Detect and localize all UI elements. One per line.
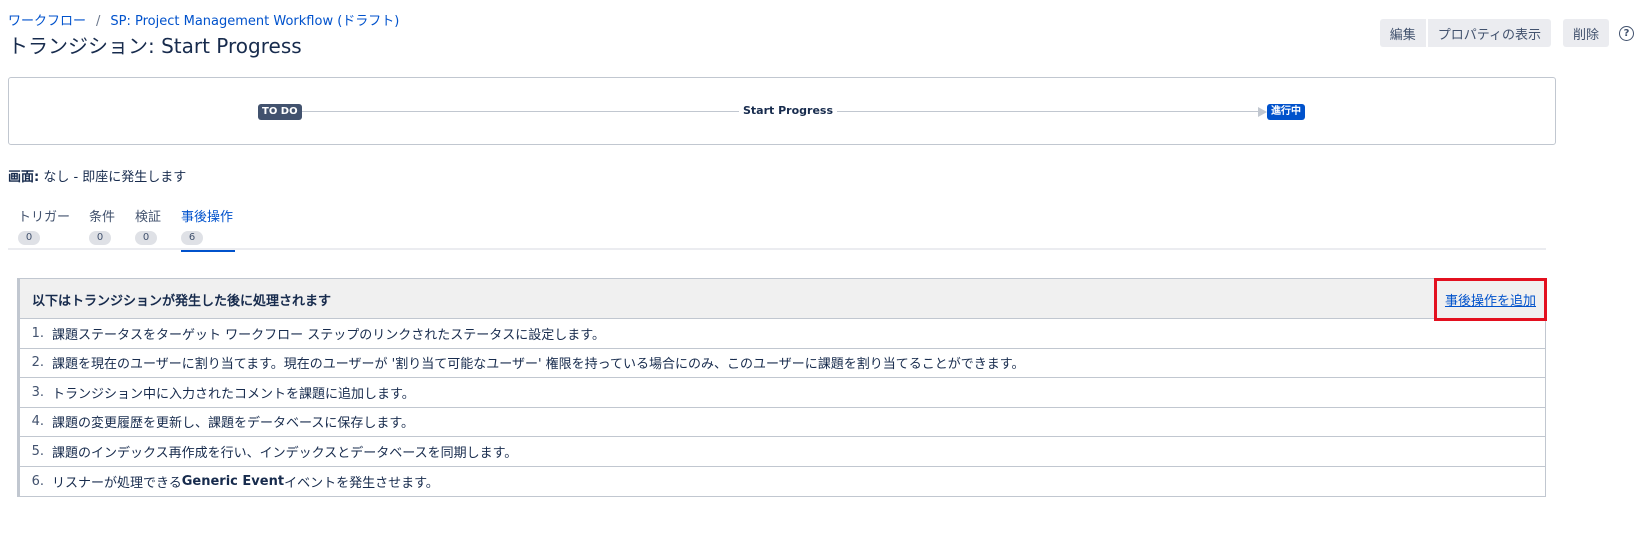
breadcrumb-workflows-link[interactable]: ワークフロー [8, 14, 86, 29]
transition-name-label: Start Progress [739, 103, 838, 119]
tab-label: トリガー [18, 210, 71, 225]
tab-post-functions[interactable]: 事後操作 6 [181, 206, 235, 252]
screen-value: なし - 即座に発生します [39, 170, 187, 185]
tab-label: 検証 [135, 210, 162, 225]
arrow-head-icon [1258, 107, 1267, 117]
item-number: 4. [31, 414, 44, 430]
item-text: 課題を現在のユーザーに割り当てます。現在のユーザーが '割り当て可能なユーザー'… [52, 357, 1025, 373]
tab-count-badge: 0 [89, 231, 111, 245]
add-post-function-link[interactable]: 事後操作を追加 [1445, 290, 1536, 309]
tab-conditions[interactable]: 条件 0 [89, 206, 115, 250]
tab-count-badge: 6 [181, 231, 203, 245]
list-item: 1. 課題ステータスをターゲット ワークフロー ステップのリンクされたステータス… [20, 319, 1545, 349]
toolbar-button-group: 編集 プロパティの表示 [1379, 19, 1551, 47]
item-number: 5. [31, 443, 44, 459]
item-text: 課題の変更履歴を更新し、課題をデータベースに保存します。 [52, 416, 415, 432]
highlight-box: 事後操作を追加 [1434, 278, 1547, 321]
tab-label: 事後操作 [181, 210, 234, 225]
tab-count-badge: 0 [18, 231, 40, 245]
from-status-lozenge: TO DO [258, 104, 302, 120]
breadcrumb: ワークフロー / SP: Project Management Workflow (… [8, 10, 399, 29]
list-item: 3. トランジション中に入力されたコメントを課題に追加します。 [20, 378, 1545, 408]
screen-info: 画面: なし - 即座に発生します [8, 166, 186, 185]
delete-button[interactable]: 削除 [1562, 19, 1609, 47]
page-title: トランジション: Start Progress [8, 34, 302, 58]
tab-label: 条件 [89, 210, 116, 225]
edit-button[interactable]: 編集 [1379, 19, 1426, 47]
item-text: 課題ステータスをターゲット ワークフロー ステップのリンクされたステータスに設定… [52, 327, 605, 343]
item-text-after: イベントを発生させます。 [284, 475, 439, 491]
list-item: 5. 課題のインデックス再作成を行い、インデックスとデータベースを同期します。 [20, 437, 1545, 467]
breadcrumb-workflow-link[interactable]: SP: Project Management Workflow (ドラフト) [110, 14, 399, 29]
list-item: 4. 課題の変更履歴を更新し、課題をデータベースに保存します。 [20, 408, 1545, 437]
transition-tabs: トリガー 0 条件 0 検証 0 事後操作 6 [8, 206, 1546, 252]
event-name: Generic Event [181, 473, 285, 489]
item-number: 2. [31, 355, 44, 371]
item-number: 1. [31, 325, 44, 341]
help-icon[interactable]: ? [1619, 25, 1634, 41]
post-functions-list: 1. 課題ステータスをターゲット ワークフロー ステップのリンクされたステータス… [20, 319, 1545, 496]
list-item: 6. リスナーが処理できる Generic Event イベントを発生させます。 [20, 467, 1545, 497]
toolbar: 編集 プロパティの表示 削除 ? [1379, 19, 1634, 47]
screen-label: 画面: [8, 170, 40, 185]
tab-validators[interactable]: 検証 0 [135, 206, 161, 250]
item-number: 3. [31, 384, 44, 400]
to-status-lozenge: 進行中 [1267, 104, 1305, 120]
view-properties-button[interactable]: プロパティの表示 [1427, 19, 1551, 47]
item-number: 6. [31, 473, 44, 489]
item-text-before: リスナーが処理できる [52, 475, 182, 491]
item-text: トランジション中に入力されたコメントを課題に追加します。 [52, 386, 415, 402]
post-functions-title: 以下はトランジションが発生した後に処理されます [32, 294, 332, 309]
post-functions-panel: 以下はトランジションが発生した後に処理されます 事後操作を追加 1. 課題ステー… [17, 278, 1547, 497]
breadcrumb-separator: / [96, 14, 101, 29]
item-text: 課題のインデックス再作成を行い、インデックスとデータベースを同期します。 [52, 445, 518, 461]
tab-triggers[interactable]: トリガー 0 [18, 206, 70, 250]
post-functions-header: 以下はトランジションが発生した後に処理されます 事後操作を追加 [20, 278, 1547, 321]
list-item: 2. 課題を現在のユーザーに割り当てます。現在のユーザーが '割り当て可能なユー… [20, 349, 1545, 378]
transition-diagram: TO DO Start Progress 進行中 [8, 77, 1556, 145]
tab-count-badge: 0 [135, 231, 157, 245]
